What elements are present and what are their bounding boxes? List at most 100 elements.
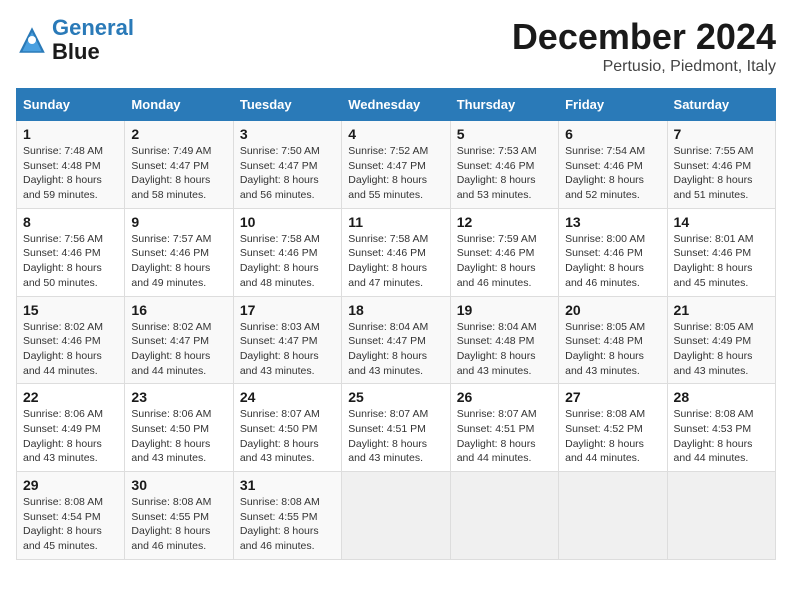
- day-number: 28: [674, 389, 769, 405]
- calendar-cell: 31 Sunrise: 8:08 AM Sunset: 4:55 PM Dayl…: [233, 472, 341, 560]
- day-number: 8: [23, 214, 118, 230]
- day-info: Sunrise: 7:52 AM Sunset: 4:47 PM Dayligh…: [348, 144, 443, 203]
- day-number: 2: [131, 126, 226, 142]
- calendar-week-row: 29 Sunrise: 8:08 AM Sunset: 4:54 PM Dayl…: [17, 472, 776, 560]
- day-number: 5: [457, 126, 552, 142]
- header-sunday: Sunday: [17, 89, 125, 121]
- day-info: Sunrise: 7:48 AM Sunset: 4:48 PM Dayligh…: [23, 144, 118, 203]
- calendar-week-row: 1 Sunrise: 7:48 AM Sunset: 4:48 PM Dayli…: [17, 121, 776, 209]
- logo: General Blue: [16, 16, 134, 64]
- day-number: 3: [240, 126, 335, 142]
- calendar-cell: [342, 472, 450, 560]
- day-info: Sunrise: 7:58 AM Sunset: 4:46 PM Dayligh…: [240, 232, 335, 291]
- day-info: Sunrise: 8:08 AM Sunset: 4:52 PM Dayligh…: [565, 407, 660, 466]
- calendar-cell: 20 Sunrise: 8:05 AM Sunset: 4:48 PM Dayl…: [559, 296, 667, 384]
- header-saturday: Saturday: [667, 89, 775, 121]
- header-friday: Friday: [559, 89, 667, 121]
- day-info: Sunrise: 8:06 AM Sunset: 4:49 PM Dayligh…: [23, 407, 118, 466]
- day-info: Sunrise: 8:08 AM Sunset: 4:55 PM Dayligh…: [240, 495, 335, 554]
- logo-icon: [16, 24, 48, 56]
- calendar-cell: 29 Sunrise: 8:08 AM Sunset: 4:54 PM Dayl…: [17, 472, 125, 560]
- calendar-cell: 30 Sunrise: 8:08 AM Sunset: 4:55 PM Dayl…: [125, 472, 233, 560]
- day-number: 26: [457, 389, 552, 405]
- day-info: Sunrise: 8:07 AM Sunset: 4:51 PM Dayligh…: [348, 407, 443, 466]
- day-info: Sunrise: 7:59 AM Sunset: 4:46 PM Dayligh…: [457, 232, 552, 291]
- calendar-header-row: SundayMondayTuesdayWednesdayThursdayFrid…: [17, 89, 776, 121]
- day-number: 30: [131, 477, 226, 493]
- calendar-cell: 22 Sunrise: 8:06 AM Sunset: 4:49 PM Dayl…: [17, 384, 125, 472]
- day-info: Sunrise: 8:06 AM Sunset: 4:50 PM Dayligh…: [131, 407, 226, 466]
- title-area: December 2024 Pertusio, Piedmont, Italy: [512, 16, 776, 76]
- header-tuesday: Tuesday: [233, 89, 341, 121]
- day-number: 22: [23, 389, 118, 405]
- calendar-cell: 7 Sunrise: 7:55 AM Sunset: 4:46 PM Dayli…: [667, 121, 775, 209]
- calendar-week-row: 15 Sunrise: 8:02 AM Sunset: 4:46 PM Dayl…: [17, 296, 776, 384]
- day-info: Sunrise: 8:05 AM Sunset: 4:49 PM Dayligh…: [674, 320, 769, 379]
- calendar-cell: 8 Sunrise: 7:56 AM Sunset: 4:46 PM Dayli…: [17, 208, 125, 296]
- header: General Blue December 2024 Pertusio, Pie…: [16, 16, 776, 76]
- day-number: 21: [674, 302, 769, 318]
- day-info: Sunrise: 8:07 AM Sunset: 4:51 PM Dayligh…: [457, 407, 552, 466]
- calendar-cell: [667, 472, 775, 560]
- day-info: Sunrise: 8:07 AM Sunset: 4:50 PM Dayligh…: [240, 407, 335, 466]
- day-number: 31: [240, 477, 335, 493]
- day-number: 24: [240, 389, 335, 405]
- day-number: 13: [565, 214, 660, 230]
- day-info: Sunrise: 7:56 AM Sunset: 4:46 PM Dayligh…: [23, 232, 118, 291]
- calendar-cell: 18 Sunrise: 8:04 AM Sunset: 4:47 PM Dayl…: [342, 296, 450, 384]
- calendar-cell: 25 Sunrise: 8:07 AM Sunset: 4:51 PM Dayl…: [342, 384, 450, 472]
- day-info: Sunrise: 8:01 AM Sunset: 4:46 PM Dayligh…: [674, 232, 769, 291]
- header-thursday: Thursday: [450, 89, 558, 121]
- day-number: 6: [565, 126, 660, 142]
- day-info: Sunrise: 7:58 AM Sunset: 4:46 PM Dayligh…: [348, 232, 443, 291]
- day-info: Sunrise: 7:50 AM Sunset: 4:47 PM Dayligh…: [240, 144, 335, 203]
- day-number: 11: [348, 214, 443, 230]
- month-title: December 2024: [512, 16, 776, 58]
- day-number: 16: [131, 302, 226, 318]
- calendar-cell: 4 Sunrise: 7:52 AM Sunset: 4:47 PM Dayli…: [342, 121, 450, 209]
- calendar-cell: 10 Sunrise: 7:58 AM Sunset: 4:46 PM Dayl…: [233, 208, 341, 296]
- day-info: Sunrise: 7:54 AM Sunset: 4:46 PM Dayligh…: [565, 144, 660, 203]
- logo-text: General Blue: [52, 16, 134, 64]
- day-info: Sunrise: 7:49 AM Sunset: 4:47 PM Dayligh…: [131, 144, 226, 203]
- calendar-week-row: 22 Sunrise: 8:06 AM Sunset: 4:49 PM Dayl…: [17, 384, 776, 472]
- calendar-cell: 28 Sunrise: 8:08 AM Sunset: 4:53 PM Dayl…: [667, 384, 775, 472]
- day-info: Sunrise: 8:05 AM Sunset: 4:48 PM Dayligh…: [565, 320, 660, 379]
- header-monday: Monday: [125, 89, 233, 121]
- day-number: 18: [348, 302, 443, 318]
- day-number: 23: [131, 389, 226, 405]
- day-info: Sunrise: 7:53 AM Sunset: 4:46 PM Dayligh…: [457, 144, 552, 203]
- day-number: 1: [23, 126, 118, 142]
- calendar-table: SundayMondayTuesdayWednesdayThursdayFrid…: [16, 88, 776, 560]
- day-info: Sunrise: 8:00 AM Sunset: 4:46 PM Dayligh…: [565, 232, 660, 291]
- day-number: 15: [23, 302, 118, 318]
- calendar-cell: [559, 472, 667, 560]
- location-subtitle: Pertusio, Piedmont, Italy: [512, 58, 776, 76]
- logo-line1: General: [52, 15, 134, 40]
- calendar-cell: 6 Sunrise: 7:54 AM Sunset: 4:46 PM Dayli…: [559, 121, 667, 209]
- calendar-cell: 19 Sunrise: 8:04 AM Sunset: 4:48 PM Dayl…: [450, 296, 558, 384]
- header-wednesday: Wednesday: [342, 89, 450, 121]
- day-number: 29: [23, 477, 118, 493]
- calendar-cell: 13 Sunrise: 8:00 AM Sunset: 4:46 PM Dayl…: [559, 208, 667, 296]
- day-info: Sunrise: 8:04 AM Sunset: 4:48 PM Dayligh…: [457, 320, 552, 379]
- day-info: Sunrise: 8:08 AM Sunset: 4:55 PM Dayligh…: [131, 495, 226, 554]
- calendar-week-row: 8 Sunrise: 7:56 AM Sunset: 4:46 PM Dayli…: [17, 208, 776, 296]
- calendar-cell: 14 Sunrise: 8:01 AM Sunset: 4:46 PM Dayl…: [667, 208, 775, 296]
- day-number: 17: [240, 302, 335, 318]
- calendar-cell: 24 Sunrise: 8:07 AM Sunset: 4:50 PM Dayl…: [233, 384, 341, 472]
- day-info: Sunrise: 8:03 AM Sunset: 4:47 PM Dayligh…: [240, 320, 335, 379]
- calendar-cell: 21 Sunrise: 8:05 AM Sunset: 4:49 PM Dayl…: [667, 296, 775, 384]
- calendar-cell: 23 Sunrise: 8:06 AM Sunset: 4:50 PM Dayl…: [125, 384, 233, 472]
- day-info: Sunrise: 8:02 AM Sunset: 4:47 PM Dayligh…: [131, 320, 226, 379]
- calendar-cell: 2 Sunrise: 7:49 AM Sunset: 4:47 PM Dayli…: [125, 121, 233, 209]
- calendar-cell: 26 Sunrise: 8:07 AM Sunset: 4:51 PM Dayl…: [450, 384, 558, 472]
- day-number: 4: [348, 126, 443, 142]
- day-info: Sunrise: 7:55 AM Sunset: 4:46 PM Dayligh…: [674, 144, 769, 203]
- calendar-cell: 27 Sunrise: 8:08 AM Sunset: 4:52 PM Dayl…: [559, 384, 667, 472]
- calendar-cell: 9 Sunrise: 7:57 AM Sunset: 4:46 PM Dayli…: [125, 208, 233, 296]
- day-number: 20: [565, 302, 660, 318]
- day-number: 14: [674, 214, 769, 230]
- day-number: 10: [240, 214, 335, 230]
- day-info: Sunrise: 8:08 AM Sunset: 4:54 PM Dayligh…: [23, 495, 118, 554]
